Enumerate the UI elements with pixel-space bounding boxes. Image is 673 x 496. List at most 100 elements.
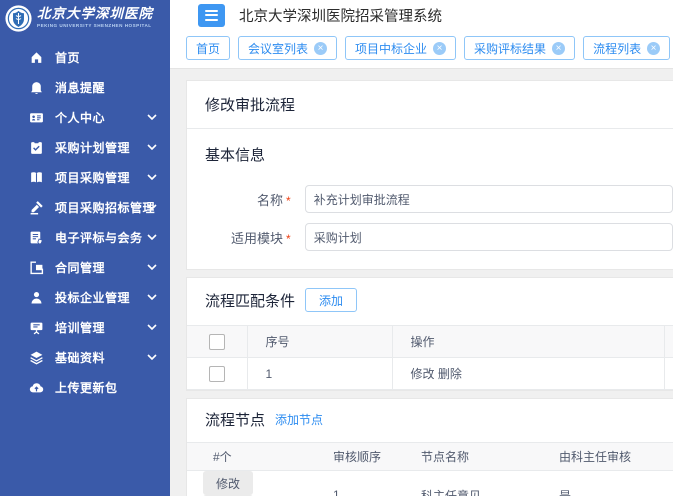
column-header-actions: 操作 <box>392 326 664 358</box>
row-checkbox[interactable] <box>209 366 225 382</box>
bell-icon <box>29 80 44 95</box>
hospital-name-en: PEKING UNIVERSITY SHENZHEN HOSPITAL <box>37 24 153 29</box>
table-row: 1 修改 删除 计 <box>187 358 673 390</box>
clipboard-icon <box>29 140 44 155</box>
column-header-dept-review: 由科主任审核 <box>543 443 673 471</box>
menu-toggle-button[interactable] <box>198 4 225 27</box>
sidebar-item-label: 投标企业管理 <box>55 289 130 306</box>
sidebar-item-home[interactable]: 首页 <box>0 42 170 72</box>
edit-node-button[interactable]: 修改 <box>203 471 253 495</box>
module-field-label: 适用模块* <box>187 228 291 247</box>
sidebar-item-label: 消息提醒 <box>55 79 105 96</box>
sidebar: 北京大学深圳医院 PEKING UNIVERSITY SHENZHEN HOSP… <box>0 0 170 496</box>
condition-index-cell: 1 <box>247 358 392 390</box>
name-input[interactable] <box>305 185 673 213</box>
chevron-down-icon <box>147 204 157 210</box>
tab-bar: 首页 会议室列表× 项目中标企业× 采购评标结果× 流程列表× 流程× <box>170 30 673 69</box>
sidebar-item-bidder-management[interactable]: 投标企业管理 <box>0 282 170 312</box>
hospital-brand: 北京大学深圳医院 PEKING UNIVERSITY SHENZHEN HOSP… <box>0 0 170 37</box>
match-conditions-table: 序号 操作 字 1 修改 删除 计 <box>187 325 673 390</box>
close-icon[interactable]: × <box>314 42 327 55</box>
chevron-down-icon <box>147 114 157 120</box>
home-icon <box>29 50 44 65</box>
sidebar-item-label: 基础资料 <box>55 349 105 366</box>
tab-meeting-rooms[interactable]: 会议室列表× <box>238 36 337 60</box>
match-conditions-section-title: 流程匹配条件 <box>205 290 295 311</box>
sidebar-item-bidding-management[interactable]: 项目采购招标管理 <box>0 192 170 222</box>
sidebar-item-project-purchase[interactable]: 项目采购管理 <box>0 162 170 192</box>
table-header-row: 序号 操作 字 <box>187 326 673 358</box>
sidebar-item-upload-package[interactable]: 上传更新包 <box>0 372 170 402</box>
tab-label: 采购评标结果 <box>474 40 546 57</box>
sidebar-item-contract-management[interactable]: 合同管理 <box>0 252 170 282</box>
sidebar-item-label: 上传更新包 <box>55 379 118 396</box>
sidebar-item-label: 电子评标与会务 <box>55 229 143 246</box>
gavel-icon <box>29 200 44 215</box>
name-field-label: 名称* <box>187 190 291 209</box>
table-row: 修改删除 1 科主任意见 是 <box>187 471 673 496</box>
chevron-down-icon <box>147 174 157 180</box>
sidebar-item-purchase-plan[interactable]: 采购计划管理 <box>0 132 170 162</box>
column-header-index: 序号 <box>247 326 392 358</box>
chevron-down-icon <box>147 264 157 270</box>
sidebar-item-basic-data[interactable]: 基础资料 <box>0 342 170 372</box>
top-header: 北京大学深圳医院招采管理系统 <box>170 0 673 30</box>
column-header-row-actions: #个 <box>187 443 317 471</box>
chevron-down-icon <box>147 354 157 360</box>
required-asterisk: * <box>286 232 291 246</box>
tab-label: 首页 <box>196 40 220 57</box>
cloud-upload-icon <box>29 380 44 395</box>
tab-process-list[interactable]: 流程列表 × <box>583 36 670 60</box>
tab-home[interactable]: 首页 <box>186 36 230 60</box>
hospital-name: 北京大学深圳医院 <box>37 8 153 22</box>
sidebar-item-training-management[interactable]: 培训管理 <box>0 312 170 342</box>
match-conditions-card: 流程匹配条件 添加 序号 操作 字 <box>186 277 673 391</box>
sidebar-item-label: 合同管理 <box>55 259 105 276</box>
close-icon[interactable]: × <box>552 42 565 55</box>
close-icon[interactable]: × <box>647 42 660 55</box>
chevron-down-icon <box>147 324 157 330</box>
tab-winning-companies[interactable]: 项目中标企业× <box>345 36 456 60</box>
sidebar-item-label: 采购计划管理 <box>55 139 130 156</box>
table-header-row: #个 审核顺序 节点名称 由科主任审核 <box>187 443 673 471</box>
sidebar-item-personal-center[interactable]: 个人中心 <box>0 102 170 132</box>
required-asterisk: * <box>286 194 291 208</box>
chevron-down-icon <box>147 294 157 300</box>
process-nodes-section-title: 流程节点 <box>205 409 265 430</box>
app-window: 北京大学深圳医院 PEKING UNIVERSITY SHENZHEN HOSP… <box>0 0 673 496</box>
condition-actions-cell[interactable]: 修改 删除 <box>392 358 664 390</box>
column-header-node-name: 节点名称 <box>405 443 543 471</box>
select-all-checkbox[interactable] <box>209 334 225 350</box>
add-node-link[interactable]: 添加节点 <box>275 411 323 428</box>
book-icon <box>29 170 44 185</box>
contract-icon <box>29 260 44 275</box>
app-title: 北京大学深圳医院招采管理系统 <box>239 5 442 26</box>
module-input[interactable] <box>305 223 673 251</box>
form-row-module: 适用模块* <box>187 223 673 251</box>
process-nodes-table: #个 审核顺序 节点名称 由科主任审核 修改删除 1 科主任意见 是 <box>187 442 673 496</box>
sidebar-item-messages[interactable]: 消息提醒 <box>0 72 170 102</box>
sidebar-item-label: 培训管理 <box>55 319 105 336</box>
layers-icon <box>29 350 44 365</box>
node-name-cell: 科主任意见 <box>405 471 543 496</box>
node-dept-review-cell: 是 <box>543 471 673 496</box>
page-title: 修改审批流程 <box>187 81 673 129</box>
condition-extra-cell: 计 <box>664 358 673 390</box>
process-nodes-card: 流程节点 添加节点 #个 审核顺序 节点名称 由科主任审核 <box>186 398 673 496</box>
form-row-name: 名称* <box>187 185 673 213</box>
sidebar-item-e-evaluation[interactable]: 电子评标与会务 <box>0 222 170 252</box>
presentation-icon <box>29 320 44 335</box>
sidebar-item-label: 个人中心 <box>55 109 105 126</box>
node-order-cell: 1 <box>317 471 405 496</box>
tab-label: 流程列表 <box>593 40 641 57</box>
chevron-down-icon <box>147 144 157 150</box>
basic-info-section-title: 基本信息 <box>205 147 265 164</box>
page-content: 修改审批流程 基本信息 名称* 适用模块* 流程匹配条件 <box>170 69 673 496</box>
sidebar-item-label: 首页 <box>55 49 80 66</box>
hospital-logo-icon <box>5 5 32 32</box>
tab-evaluation-results[interactable]: 采购评标结果 × <box>464 36 575 60</box>
close-icon[interactable]: × <box>433 42 446 55</box>
add-condition-button[interactable]: 添加 <box>305 288 357 312</box>
column-header-extra: 字 <box>664 326 673 358</box>
id-card-icon <box>29 110 44 125</box>
